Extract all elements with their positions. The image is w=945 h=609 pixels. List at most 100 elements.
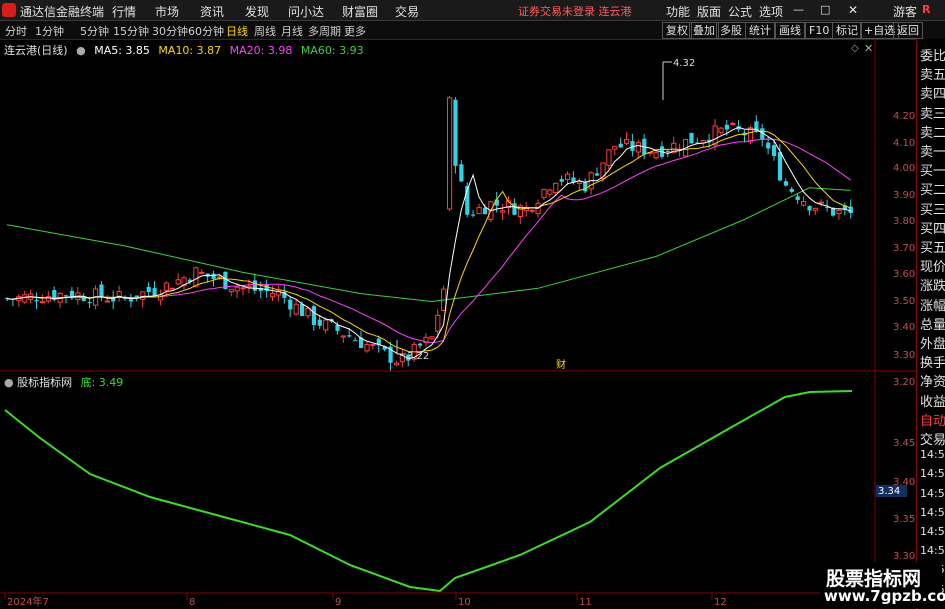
candle-body bbox=[712, 125, 718, 146]
quote-panel-item[interactable]: 涨幅 bbox=[920, 295, 945, 314]
candle-body bbox=[459, 164, 464, 182]
quote-panel-item[interactable]: 卖四 bbox=[920, 83, 945, 102]
quote-panel-item[interactable]: 涨跌 bbox=[920, 275, 945, 294]
quote-panel-item[interactable]: 买四 bbox=[920, 218, 945, 237]
candle-body bbox=[635, 142, 641, 153]
candle-body bbox=[777, 152, 783, 181]
quote-panel-item[interactable]: 卖一 bbox=[920, 141, 945, 160]
candle-body bbox=[270, 293, 276, 298]
quote-panel-item[interactable]: 自动 bbox=[920, 410, 945, 429]
quote-panel-item[interactable]: 卖三 bbox=[920, 103, 945, 122]
ma20-line bbox=[6, 138, 851, 344]
chart-collapse-icon[interactable]: ◇ bbox=[851, 43, 859, 54]
candle-body bbox=[370, 344, 376, 347]
quote-panel-item[interactable]: 买五 bbox=[920, 237, 945, 256]
quote-panel-item[interactable]: 买一 bbox=[920, 160, 945, 179]
quote-panel-item[interactable]: 买三 bbox=[920, 199, 945, 218]
price-tick: 3.60 bbox=[893, 269, 916, 280]
candle-body bbox=[818, 201, 824, 204]
high-price-label: 4.32 bbox=[673, 58, 695, 69]
quote-panel-item[interactable]: 14:56 bbox=[920, 487, 945, 500]
candle-body bbox=[300, 303, 305, 316]
quote-panel-item[interactable]: 14:56 bbox=[920, 525, 945, 538]
candle-body bbox=[812, 207, 818, 211]
candle-body bbox=[22, 294, 28, 303]
candle-body bbox=[772, 145, 777, 156]
ma60-line bbox=[6, 187, 851, 303]
quote-panel-item[interactable]: 14:56 bbox=[920, 544, 945, 557]
candle-body bbox=[128, 299, 134, 302]
quote-panel-item[interactable]: 净资 bbox=[920, 371, 945, 390]
candle-body bbox=[234, 286, 240, 292]
watermark: 股票指标网 www.7gpzb.com bbox=[820, 562, 945, 608]
time-tick-label: 10 bbox=[458, 597, 471, 608]
candle-body bbox=[766, 142, 771, 149]
candle-body bbox=[64, 295, 69, 297]
ma10-line bbox=[6, 130, 851, 353]
candle-body bbox=[175, 279, 181, 285]
price-tick: 3.90 bbox=[893, 190, 916, 201]
time-tick-label: 9 bbox=[335, 597, 341, 608]
candle-body bbox=[317, 319, 322, 326]
candle-body bbox=[665, 150, 670, 152]
candle-body bbox=[836, 209, 842, 215]
candle-body bbox=[288, 299, 293, 310]
candle-body bbox=[453, 99, 458, 166]
kline-chart[interactable]: 4.32 3.22 财 3.34 2024年7 8 9 10 11 12 bbox=[0, 0, 945, 609]
quote-panel-item[interactable]: 总量 bbox=[920, 314, 945, 333]
settings-icon[interactable]: ● bbox=[76, 44, 86, 57]
candle-body bbox=[364, 344, 370, 352]
candle-body bbox=[553, 182, 559, 193]
price-tick: 3.30 bbox=[893, 350, 916, 361]
candle-body bbox=[199, 271, 205, 274]
candle-body bbox=[747, 127, 754, 143]
quote-panel-item[interactable]: 换手 bbox=[920, 352, 945, 371]
candle-body bbox=[293, 303, 299, 315]
candle-body bbox=[340, 335, 346, 338]
ma5-value: MA5: 3.85 bbox=[94, 44, 150, 57]
time-tick-label: 12 bbox=[714, 597, 727, 608]
candle-body bbox=[347, 335, 352, 337]
candle-body bbox=[595, 173, 600, 176]
time-tick-label: 8 bbox=[189, 597, 195, 608]
candle-body bbox=[612, 145, 618, 150]
candle-body bbox=[146, 286, 151, 292]
quote-panel-item[interactable]: 14:56 bbox=[920, 506, 945, 519]
candle-body bbox=[482, 207, 488, 215]
candle-body bbox=[541, 188, 547, 198]
candle-body bbox=[565, 173, 571, 180]
indicator-settings-icon[interactable]: ● bbox=[4, 376, 14, 389]
candle-body bbox=[169, 287, 175, 290]
indicator-tick: 3.35 bbox=[893, 514, 916, 525]
candle-body bbox=[211, 273, 216, 280]
candle-body bbox=[807, 206, 812, 211]
indicator-value: 底: 3.49 bbox=[80, 376, 124, 389]
quote-panel-item[interactable]: 卖二 bbox=[920, 122, 945, 141]
price-tick: 3.80 bbox=[893, 216, 916, 227]
quote-panel-item[interactable]: 买二 bbox=[920, 179, 945, 198]
indicator-name[interactable]: 股标指标网 bbox=[17, 376, 72, 389]
quote-panel-item[interactable]: 外盘 bbox=[920, 333, 945, 352]
price-tick: 3.50 bbox=[893, 296, 916, 307]
candle-body bbox=[606, 149, 612, 166]
price-tick: 3.70 bbox=[893, 243, 916, 254]
quote-panel-item[interactable]: 交易 bbox=[920, 429, 945, 448]
candle-body bbox=[228, 288, 234, 293]
quote-panel-item[interactable]: 现价 bbox=[920, 256, 945, 275]
chart-close-icon[interactable]: ✕ bbox=[864, 42, 873, 55]
quote-panel-item[interactable]: 14:56 bbox=[920, 467, 945, 480]
candle-body bbox=[559, 179, 564, 182]
candle-body bbox=[500, 210, 506, 213]
quote-panel-item[interactable]: 收益 bbox=[920, 391, 945, 410]
candle-body bbox=[39, 301, 46, 304]
candle-body bbox=[216, 276, 223, 279]
quote-panel-item[interactable]: 委比 bbox=[920, 45, 945, 64]
candle-body bbox=[653, 152, 659, 159]
quote-panel-item[interactable]: 14:56 bbox=[920, 448, 945, 461]
candle-body bbox=[689, 132, 694, 144]
event-marker[interactable]: 财 bbox=[556, 358, 566, 371]
quote-panel-item[interactable]: 卖五 bbox=[920, 64, 945, 83]
candle-body bbox=[45, 295, 51, 302]
candle-body bbox=[583, 181, 588, 192]
candle-body bbox=[476, 207, 482, 215]
